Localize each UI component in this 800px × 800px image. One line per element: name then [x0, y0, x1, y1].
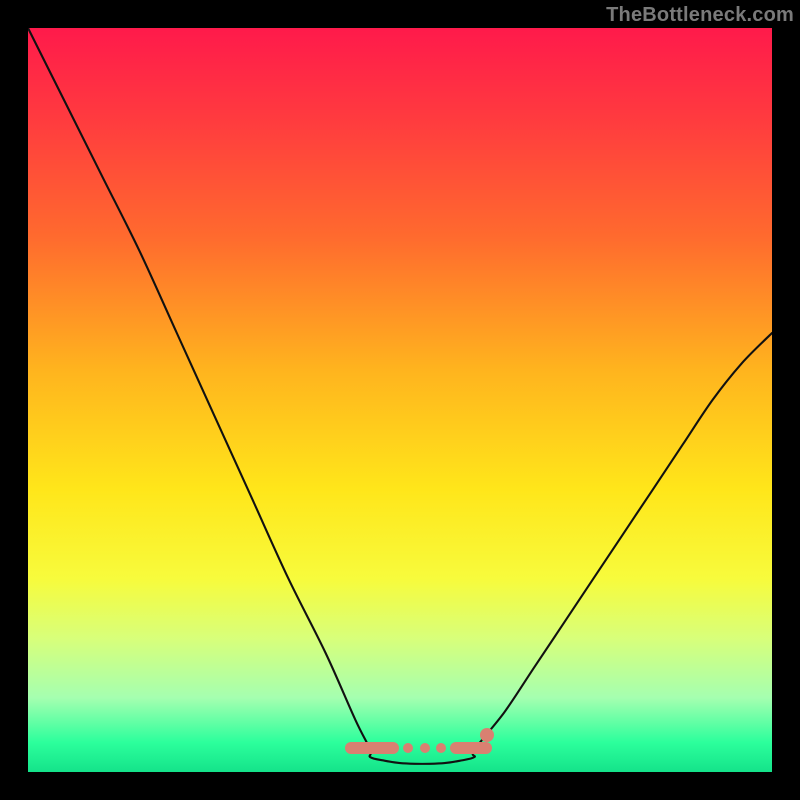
stage: TheBottleneck.com: [0, 0, 800, 800]
bottleneck-curve: [28, 28, 772, 772]
curve-path: [28, 28, 772, 764]
watermark-text: TheBottleneck.com: [606, 4, 794, 27]
gradient-panel: [28, 28, 772, 772]
